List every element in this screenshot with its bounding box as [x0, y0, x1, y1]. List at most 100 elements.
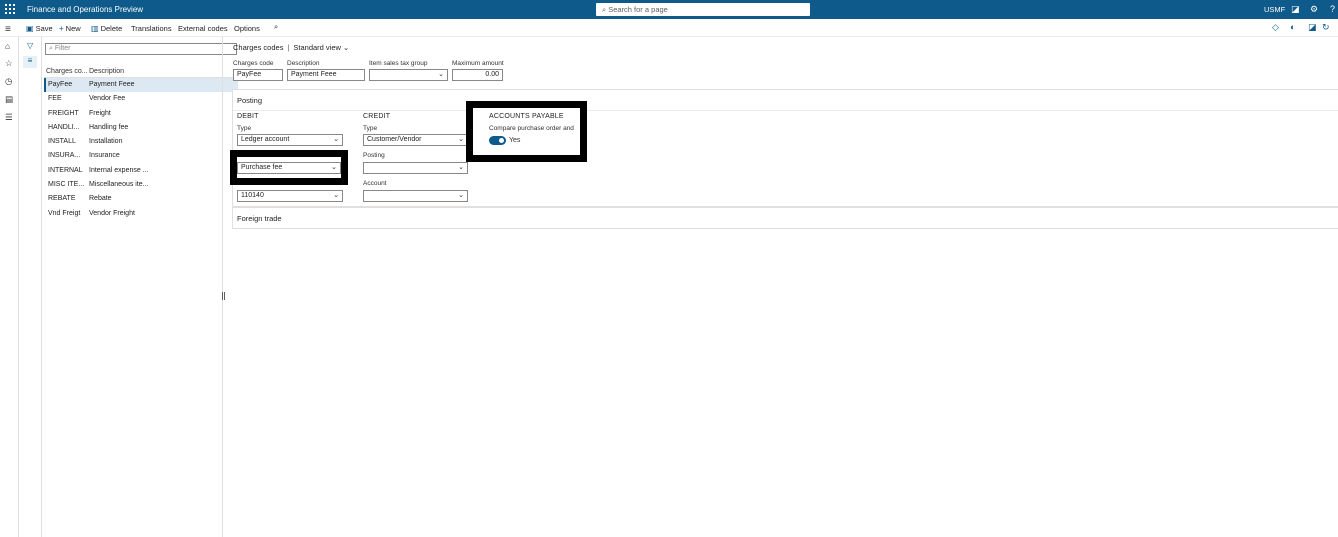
cell-description: Insurance: [89, 152, 120, 160]
item-sales-tax-group-select[interactable]: ⌄: [369, 69, 448, 81]
chevron-down-icon: ⌄: [458, 192, 464, 199]
app-title: Finance and Operations Preview: [27, 5, 144, 14]
foreign-trade-section-title[interactable]: Foreign trade: [237, 214, 282, 223]
cell-code: INTERNAL: [48, 166, 83, 174]
column-header-description[interactable]: Description: [89, 68, 124, 75]
table-row[interactable]: REBATE Rebate: [44, 192, 238, 206]
credit-type-select[interactable]: Customer/Vendor ⌄: [363, 134, 468, 146]
cell-code: HANDLI...: [48, 123, 80, 131]
chevron-down-icon: ⌄: [458, 136, 464, 143]
save-icon: ▣: [26, 24, 34, 33]
cell-code: MISC ITE...: [48, 181, 85, 189]
favorites-star-icon[interactable]: ☆: [5, 58, 13, 69]
foreign-trade-section: Foreign trade: [232, 207, 1338, 229]
splitter-grip-handle[interactable]: [222, 292, 225, 300]
home-icon[interactable]: ⌂: [5, 41, 10, 51]
waffle-icon[interactable]: [5, 4, 15, 14]
hamburger-menu-icon[interactable]: ≡: [5, 24, 11, 35]
charges-code-label: Charges code: [233, 60, 274, 67]
delete-button[interactable]: ▥ Delete: [91, 24, 122, 33]
cell-description: Internal expense ...: [89, 166, 149, 174]
grid-header: Charges co... Description ⋮: [44, 64, 239, 78]
compare-purchase-order-toggle[interactable]: [489, 136, 506, 145]
filter-funnel-icon[interactable]: ▽: [27, 41, 33, 50]
help-icon[interactable]: ?: [1330, 3, 1335, 15]
cell-description: Payment Feee: [89, 81, 135, 88]
cell-description: Freight: [89, 109, 111, 117]
table-row[interactable]: INSURA... Insurance: [44, 149, 238, 163]
charges-code-field[interactable]: PayFee: [233, 69, 283, 81]
credit-title: CREDIT: [363, 113, 391, 120]
posting-section-title[interactable]: Posting: [237, 96, 262, 105]
view-selector[interactable]: Standard view: [293, 43, 341, 52]
action-search-icon[interactable]: ⌕: [274, 22, 278, 32]
chevron-down-icon: ⌄: [458, 164, 464, 171]
debit-account-select[interactable]: 110140 ⌄: [237, 190, 343, 202]
recent-clock-icon[interactable]: ◷: [5, 76, 12, 87]
table-row[interactable]: MISC ITE... Miscellaneous ite...: [44, 178, 238, 192]
table-row[interactable]: INTERNAL Internal expense ...: [44, 164, 238, 178]
credit-type-label: Type: [363, 125, 378, 132]
cell-description: Vendor Fee: [89, 95, 126, 103]
translations-button[interactable]: Translations: [131, 24, 172, 33]
action-pane: ▣ Save + New ▥ Delete Translations External…: [0, 19, 1338, 37]
maximum-amount-field[interactable]: 0.00: [452, 69, 503, 81]
office-icon[interactable]: ◐: [1290, 22, 1295, 32]
workspaces-icon[interactable]: ▤: [5, 94, 13, 105]
toggle-state-text: Yes: [509, 137, 521, 144]
attach-icon[interactable]: ◇: [1272, 22, 1279, 33]
settings-icon[interactable]: ⚙: [1310, 3, 1318, 15]
cell-code: INSTALL: [48, 138, 76, 146]
table-row[interactable]: FREIGHT Freight: [44, 107, 238, 121]
cell-code: FREIGHT: [48, 109, 79, 117]
left-navigation: ≡ ⌂ ☆ ◷ ▤ ☰: [0, 24, 19, 537]
top-bar: Finance and Operations Preview ⌕ Search f…: [0, 0, 1338, 19]
maximum-amount-label: Maximum amount: [452, 60, 504, 67]
accounts-payable-title: ACCOUNTS PAYABLE: [489, 113, 564, 120]
refresh-icon[interactable]: ↻: [1322, 22, 1330, 33]
cell-description: Rebate: [89, 195, 112, 203]
cell-code: PayFee: [48, 81, 73, 88]
save-button[interactable]: ▣ Save: [26, 24, 53, 33]
external-codes-button[interactable]: External codes: [178, 24, 228, 33]
description-field[interactable]: Payment Feee: [287, 69, 365, 81]
new-button[interactable]: + New: [59, 24, 81, 33]
debit-title: DEBIT: [237, 113, 259, 120]
table-row[interactable]: INSTALL Installation: [44, 135, 238, 149]
list-pane: ▽ ≡ ⌕ Filter Charges co... Description ⋮…: [20, 37, 239, 537]
options-button[interactable]: Options: [234, 24, 260, 33]
credit-posting-label: Posting: [363, 152, 385, 159]
table-row[interactable]: Vnd Freigt Vendor Freight: [44, 207, 238, 221]
breadcrumb: Charges codes | Standard view ⌄: [233, 43, 350, 52]
page-title: Charges codes: [233, 43, 284, 52]
chevron-down-icon[interactable]: ⌄: [341, 43, 349, 52]
table-row[interactable]: FEE Vendor Fee: [44, 92, 238, 106]
chevron-down-icon: ⌄: [333, 136, 339, 143]
debit-posting-select[interactable]: Purchase fee ⌄: [237, 162, 341, 174]
comment-icon[interactable]: ◪: [1308, 22, 1317, 33]
cell-code: REBATE: [48, 195, 76, 203]
chat-icon[interactable]: ◪: [1291, 3, 1300, 15]
table-row[interactable]: HANDLI... Handling fee: [44, 121, 238, 135]
chevron-down-icon: ⌄: [438, 71, 444, 78]
pane-splitter: [222, 37, 223, 537]
filter-placeholder: Filter: [54, 45, 71, 52]
search-icon: ⌕: [602, 5, 607, 14]
plus-icon: +: [59, 24, 64, 33]
cell-code: INSURA...: [48, 152, 81, 160]
credit-account-label: Account: [363, 180, 387, 187]
debit-type-select[interactable]: Ledger account ⌄: [237, 134, 343, 146]
item-sales-tax-group-label: Item sales tax group: [369, 60, 428, 67]
global-search-input[interactable]: ⌕ Search for a page: [596, 3, 810, 16]
filter-input[interactable]: ⌕ Filter: [45, 43, 237, 55]
debit-type-label: Type: [237, 125, 252, 132]
credit-posting-select[interactable]: ⌄: [363, 162, 468, 174]
modules-list-icon[interactable]: ☰: [5, 112, 13, 123]
credit-account-select[interactable]: ⌄: [363, 190, 468, 202]
list-view-icon[interactable]: ≡: [23, 56, 37, 68]
column-header-charges-code[interactable]: Charges co...: [46, 68, 88, 75]
list-tool-column: ▽ ≡: [20, 37, 42, 537]
company-picker[interactable]: USMF: [1264, 5, 1285, 14]
table-row[interactable]: PayFee Payment Feee: [44, 78, 238, 93]
cell-description: Vendor Freight: [89, 209, 135, 217]
